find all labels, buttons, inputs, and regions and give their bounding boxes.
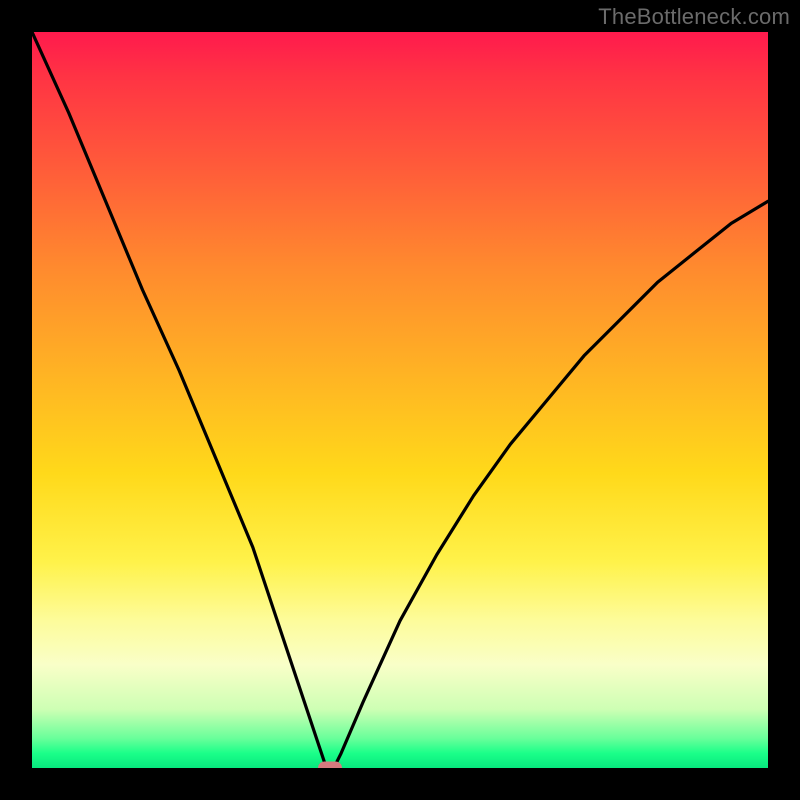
bottleneck-curve-path [32,32,768,768]
plot-area [32,32,768,768]
bottleneck-curve-svg [32,32,768,768]
watermark-text: TheBottleneck.com [598,4,790,30]
optimal-point-marker [318,762,342,769]
chart-frame: TheBottleneck.com [0,0,800,800]
